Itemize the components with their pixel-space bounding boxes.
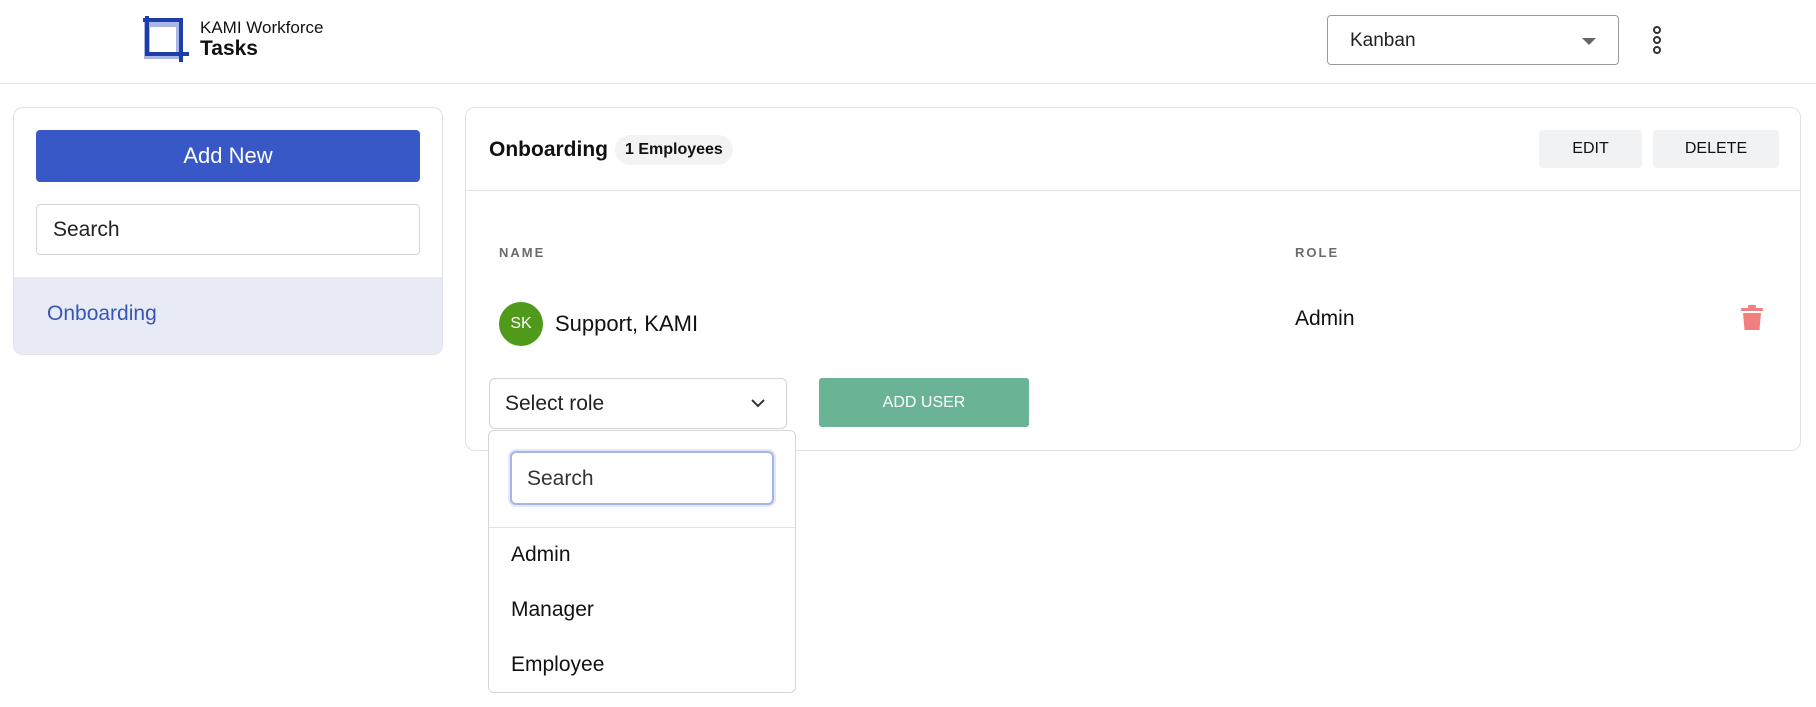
chevron-down-icon xyxy=(751,399,765,408)
dropdown-search-placeholder: Search xyxy=(527,467,594,490)
user-role: Admin xyxy=(1295,307,1355,330)
sidebar-item-onboarding[interactable]: Onboarding xyxy=(14,277,442,354)
role-dropdown-menu: Search Admin Manager Employee xyxy=(488,430,796,693)
dropdown-divider xyxy=(489,527,795,528)
group-title: Onboarding xyxy=(489,138,608,161)
group-detail-card: Onboarding 1 Employees EDIT DELETE NAME … xyxy=(465,107,1801,451)
more-vertical-icon[interactable] xyxy=(1648,25,1666,55)
view-select[interactable]: Kanban xyxy=(1327,15,1619,65)
dropdown-option-manager[interactable]: Manager xyxy=(511,598,594,622)
trash-icon[interactable] xyxy=(1741,305,1763,331)
role-select-value: Select role xyxy=(505,392,605,415)
dropdown-option-admin[interactable]: Admin xyxy=(511,543,571,567)
sidebar-item-label: Onboarding xyxy=(47,302,157,325)
dropdown-option-employee[interactable]: Employee xyxy=(511,653,604,677)
column-header-role: ROLE xyxy=(1295,245,1340,260)
sidebar-search-placeholder: Search xyxy=(53,218,120,241)
sidebar: Add New Search Onboarding xyxy=(13,107,443,355)
edit-button[interactable]: EDIT xyxy=(1539,130,1642,168)
add-user-button[interactable]: ADD USER xyxy=(819,378,1029,427)
employee-count-badge: 1 Employees xyxy=(615,135,733,165)
view-select-value: Kanban xyxy=(1350,30,1416,51)
brand-title: Tasks xyxy=(200,37,258,60)
role-select[interactable]: Select role xyxy=(489,378,787,429)
dropdown-search-input[interactable]: Search xyxy=(510,451,774,505)
card-header: Onboarding 1 Employees EDIT DELETE xyxy=(466,108,1800,191)
app-header: KAMI Workforce Tasks Kanban xyxy=(0,0,1816,84)
avatar: SK xyxy=(499,302,543,346)
sidebar-search-input[interactable]: Search xyxy=(36,204,420,255)
crop-logo-icon xyxy=(143,16,189,62)
delete-button[interactable]: DELETE xyxy=(1653,130,1779,168)
brand-subtitle: KAMI Workforce xyxy=(200,18,324,37)
caret-down-icon xyxy=(1582,38,1596,45)
user-name: Support, KAMI xyxy=(555,311,699,336)
add-new-button[interactable]: Add New xyxy=(36,130,420,182)
column-header-name: NAME xyxy=(499,245,546,260)
